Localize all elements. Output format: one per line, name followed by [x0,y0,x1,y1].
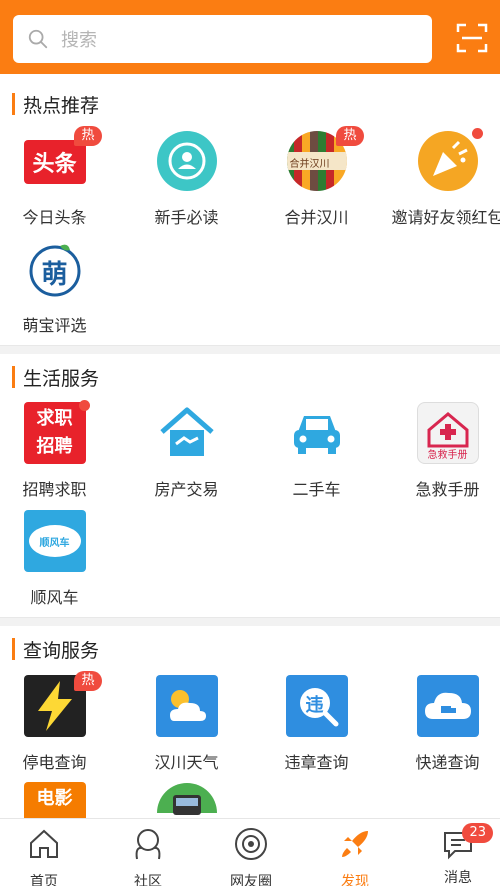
cute-baby-icon: 萌 [24,238,86,300]
search-placeholder: 搜索 [61,30,97,51]
tab-discover[interactable]: 发现 [305,827,405,886]
cloud-truck-icon [416,675,479,737]
item-invite-friends[interactable]: 邀请好友领红包 [385,128,500,228]
lightning-icon: 热 [23,671,102,737]
violation-search-icon: 违 [285,675,348,737]
item-real-estate[interactable]: 房产交易 [124,402,249,500]
item-weather[interactable]: 汉川天气 [124,675,249,773]
item-express[interactable]: 快递查询 [385,675,500,773]
weather-icon [155,675,218,737]
first-aid-icon: 急救手册 [416,402,479,464]
guide-icon [156,130,218,192]
jobs-icon: 求职 招聘 [23,400,90,464]
section-title-life: 生活服务 [12,365,99,390]
section-divider [0,617,500,626]
item-newbie-guide[interactable]: 新手必读 [124,130,249,228]
carpool-icon: 顺风车 [23,510,86,572]
item-cute-baby[interactable]: 萌 萌宝评选 [0,238,117,336]
notification-dot [78,400,90,411]
tab-community[interactable]: 社区 [98,827,198,886]
message-icon-wrapper: 23 [441,823,493,861]
community-icon [135,829,161,860]
search-icon [28,29,48,49]
top-bar: 搜索 [0,0,500,74]
item-traffic-violation[interactable]: 违 违章查询 [254,675,379,773]
hot-badge: 热 [336,126,364,146]
search-input[interactable]: 搜索 [13,15,432,63]
scan-icon[interactable] [456,22,488,54]
rocket-icon [342,831,368,857]
tab-messages[interactable]: 23 消息 [408,823,500,886]
hot-badge: 热 [74,126,102,146]
section-title-query: 查询服务 [12,637,99,662]
bottom-tab-bar: 首页 社区 网友圈 发现 23 消息 [0,818,500,886]
hot-badge: 热 [74,671,102,691]
item-first-aid[interactable]: 急救手册 急救手册 [385,402,500,500]
item-toutiao[interactable]: 头条 热 今日头条 [0,126,117,228]
item-merge-hanchuan[interactable]: 合并汉川 热 合并汉川 [254,126,379,228]
house-handshake-icon [156,402,218,464]
car-icon [286,402,348,464]
item-carpool[interactable]: 顺风车 顺风车 [0,510,117,608]
tab-home[interactable]: 首页 [0,827,94,886]
notification-dot [471,128,483,139]
unread-badge: 23 [462,823,493,843]
section-divider [0,345,500,354]
party-popper-icon [417,128,483,192]
merge-hanchuan-icon: 合并汉川 热 [286,126,364,192]
item-power-outage[interactable]: 热 停电查询 [0,671,117,773]
item-used-car[interactable]: 二手车 [254,402,379,500]
toutiao-icon: 头条 热 [23,126,102,192]
section-title-hot: 热点推荐 [12,92,99,117]
home-icon [30,829,58,858]
tab-friends-circle[interactable]: 网友圈 [201,827,301,886]
camera-circle-icon [235,828,267,860]
item-jobs[interactable]: 求职 招聘 招聘求职 [0,400,117,500]
